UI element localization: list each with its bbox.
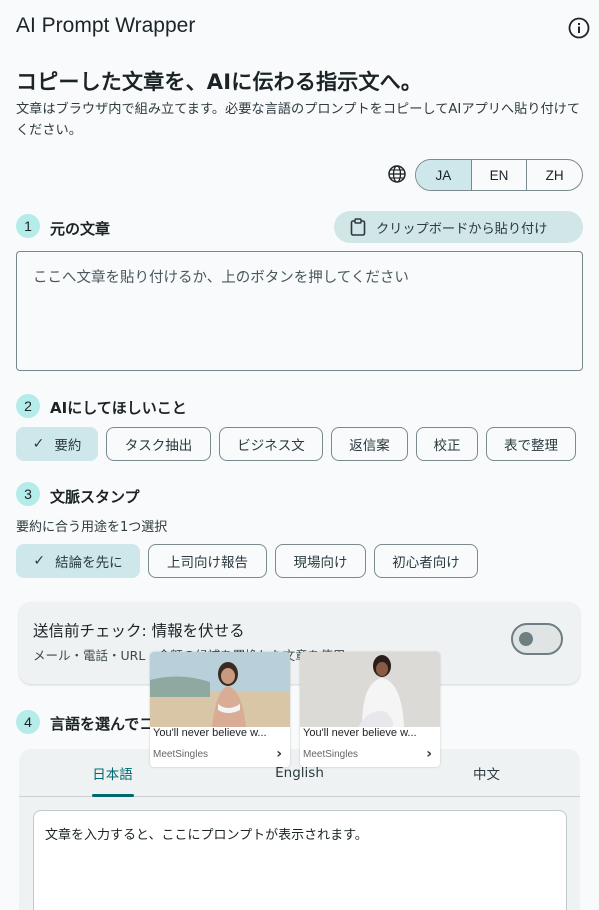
step-2-badge: 2 [16, 394, 40, 418]
context-chip-beginner[interactable]: 初心者向け [374, 544, 478, 578]
ad-title: You'll never believe w... [153, 727, 267, 739]
context-chip-conclusion-first[interactable]: ✓ 結論を先に [16, 544, 140, 578]
chevron-right-icon: › [276, 746, 282, 762]
chip-label: 結論を先に [55, 555, 123, 571]
task-chip-business-text[interactable]: ビジネス文 [219, 427, 323, 461]
check-icon: ✓ [33, 553, 46, 569]
ad-title: You'll never believe w... [303, 727, 417, 739]
language-segmented-control: JA EN ZH [415, 159, 583, 191]
source-text-placeholder: ここへ文章を貼り付けるか、上のボタンを押してください [33, 270, 409, 286]
step-2-label: AIにしてほしいこと [50, 399, 187, 417]
ad-image [150, 652, 290, 727]
context-chip-field[interactable]: 現場向け [275, 544, 366, 578]
check-icon: ✓ [32, 436, 45, 452]
chip-label: 要約 [54, 438, 82, 454]
source-text-input[interactable]: ここへ文章を貼り付けるか、上のボタンを押してください [16, 251, 583, 371]
step-4-badge: 4 [16, 710, 40, 734]
step-3-badge: 3 [16, 482, 40, 506]
ad-source: MeetSingles [153, 749, 209, 760]
step-1-badge: 1 [16, 214, 40, 238]
info-icon[interactable] [568, 17, 590, 39]
privacy-toggle[interactable] [511, 623, 563, 655]
step-3-label: 文脈スタンプ [50, 488, 140, 506]
paste-from-clipboard-button[interactable]: クリップボードから貼り付け [334, 211, 583, 243]
ad-tile[interactable]: You'll never believe w... MeetSingles › [300, 652, 440, 767]
page-description: 文章はブラウザ内で組み立てます。必要な言語のプロンプトをコピーしてAIアプリへ貼… [16, 102, 581, 138]
prompt-output[interactable]: 文章を入力すると、ここにプロンプトが表示されます。 [33, 810, 567, 910]
task-chip-proofread[interactable]: 校正 [416, 427, 478, 461]
toggle-knob [519, 632, 533, 646]
step-1-label: 元の文章 [50, 220, 111, 238]
chevron-right-icon: › [426, 746, 432, 762]
task-chip-summary[interactable]: ✓ 要約 [16, 427, 98, 461]
task-chip-extract-tasks[interactable]: タスク抽出 [106, 427, 211, 461]
task-chip-reply-draft[interactable]: 返信案 [331, 427, 408, 461]
ad-tile[interactable]: You'll never believe w... MeetSingles › [150, 652, 290, 767]
paste-button-label: クリップボードから貼り付け [376, 221, 548, 237]
language-option-ja[interactable]: JA [416, 160, 471, 190]
language-option-zh[interactable]: ZH [526, 160, 582, 190]
context-chip-boss-report[interactable]: 上司向け報告 [148, 544, 267, 578]
step-3-sublabel: 要約に合う用途を1つ選択 [16, 520, 168, 535]
ad-image [300, 652, 440, 727]
app-title: AI Prompt Wrapper [16, 14, 196, 37]
page-headline: コピーした文章を、AIに伝わる指示文へ。 [16, 70, 423, 94]
task-chip-table[interactable]: 表で整理 [486, 427, 576, 461]
globe-icon [388, 165, 406, 183]
prompt-output-placeholder: 文章を入力すると、ここにプロンプトが表示されます。 [45, 828, 368, 843]
language-option-en[interactable]: EN [470, 160, 527, 190]
ad-source: MeetSingles [303, 749, 359, 760]
privacy-check-title: 送信前チェック: 情報を伏せる [33, 622, 245, 640]
clipboard-icon [350, 218, 366, 236]
